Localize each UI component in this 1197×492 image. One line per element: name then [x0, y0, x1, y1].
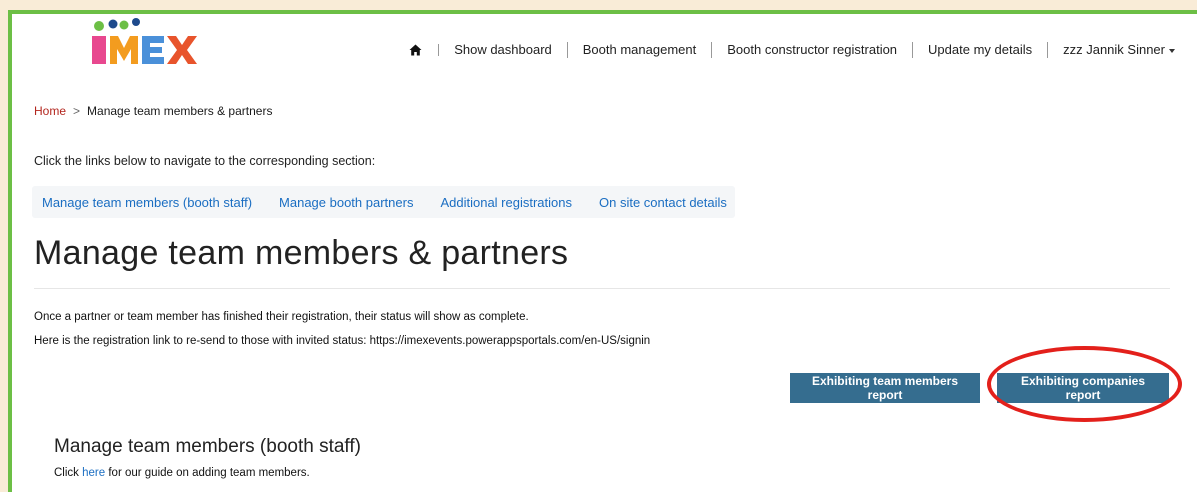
- page-title: Manage team members & partners: [34, 234, 569, 272]
- section-link-booth-partners[interactable]: Manage booth partners: [279, 195, 413, 210]
- section-nav: Manage team members (booth staff) Manage…: [32, 186, 735, 218]
- breadcrumb-separator: >: [73, 104, 81, 118]
- section-link-team-members[interactable]: Manage team members (booth staff): [42, 195, 252, 210]
- registration-link-text: Here is the registration link to re-send…: [34, 335, 651, 347]
- guide-link[interactable]: here: [82, 467, 105, 479]
- imex-logo[interactable]: [84, 18, 204, 68]
- caret-down-icon: [1169, 48, 1175, 53]
- section-link-additional-registrations[interactable]: Additional registrations: [440, 195, 572, 210]
- nav-booth-management[interactable]: Booth management: [568, 42, 713, 58]
- user-menu-label: zzz Jannik Sinner: [1063, 42, 1165, 57]
- nav-booth-constructor-registration[interactable]: Booth constructor registration: [712, 42, 914, 58]
- nav-update-my-details[interactable]: Update my details: [913, 42, 1049, 58]
- home-icon: [409, 44, 422, 56]
- guide-suffix: for our guide on adding team members.: [105, 467, 310, 479]
- team-members-report-button[interactable]: Exhibiting team members report: [790, 373, 980, 403]
- user-menu[interactable]: zzz Jannik Sinner: [1048, 42, 1175, 58]
- guide-text: Click here for our guide on adding team …: [54, 467, 310, 479]
- title-divider: [34, 288, 1170, 289]
- nav-home[interactable]: [409, 44, 440, 56]
- breadcrumb-current: Manage team members & partners: [87, 104, 273, 118]
- top-nav: Show dashboard Booth management Booth co…: [409, 42, 1175, 58]
- instruction-text: Click the links below to navigate to the…: [34, 154, 376, 168]
- breadcrumb-home[interactable]: Home: [34, 104, 66, 118]
- guide-prefix: Click: [54, 467, 83, 479]
- section-link-on-site-contact[interactable]: On site contact details: [599, 195, 727, 210]
- nav-show-dashboard[interactable]: Show dashboard: [439, 42, 568, 58]
- companies-report-button[interactable]: Exhibiting companies report: [997, 373, 1169, 403]
- page-frame: Show dashboard Booth management Booth co…: [8, 10, 1197, 492]
- status-info-text: Once a partner or team member has finish…: [34, 311, 529, 323]
- breadcrumb: Home > Manage team members & partners: [34, 104, 272, 118]
- team-section-title: Manage team members (booth staff): [54, 436, 361, 457]
